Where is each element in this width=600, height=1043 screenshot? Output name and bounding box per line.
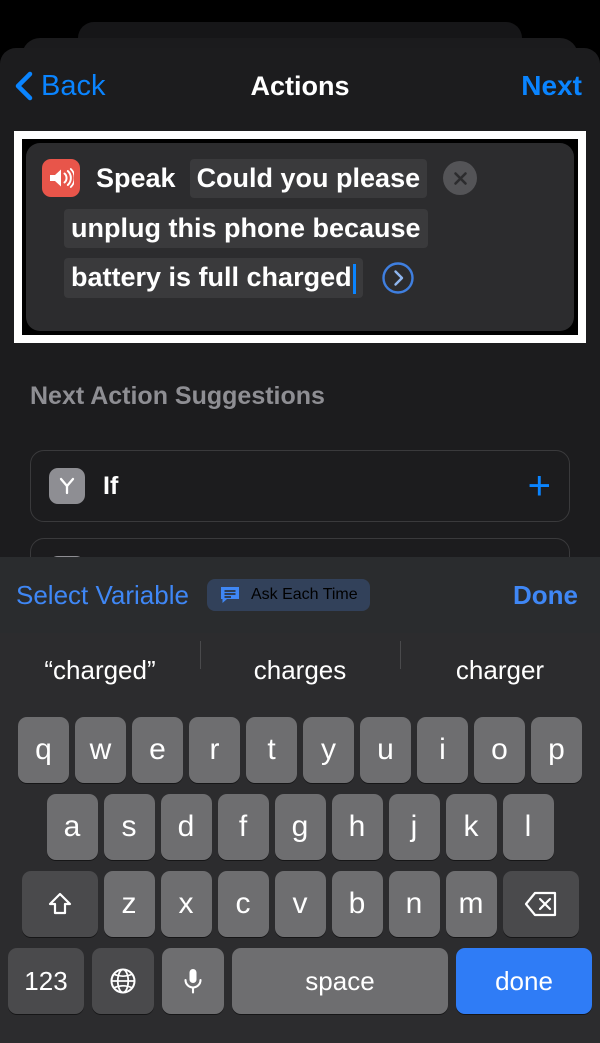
key-k[interactable]: k [445, 794, 497, 860]
keyboard-accessory-toolbar: Select Variable Ask Each Time Done [0, 557, 600, 633]
action-name-label: Speak [96, 162, 176, 193]
suggestion-label: If [103, 471, 119, 500]
ask-each-time-label: Ask Each Time [250, 586, 358, 603]
key-h[interactable]: h [331, 794, 383, 860]
key-t[interactable]: t [246, 717, 297, 783]
back-button[interactable]: Back [14, 70, 105, 103]
chevron-left-icon [15, 71, 33, 101]
key-l[interactable]: l [502, 794, 554, 860]
key-g[interactable]: g [274, 794, 326, 860]
key-p[interactable]: p [531, 717, 582, 783]
key-i[interactable]: i [417, 717, 468, 783]
key-z[interactable]: z [103, 871, 155, 937]
globe-language-icon[interactable] [92, 948, 154, 1014]
select-variable-button[interactable]: Select Variable [16, 580, 189, 611]
chevron-right-circle-icon[interactable] [381, 261, 415, 295]
key-s[interactable]: s [103, 794, 155, 860]
suggestions-section-header: Next Action Suggestions [30, 382, 325, 410]
key-r[interactable]: r [189, 717, 240, 783]
navigation-bar: Back Actions Next [0, 48, 600, 124]
keyboard-row-1: q w e r t y u i o p [0, 707, 600, 783]
speak-text-input-line2[interactable]: unplug this phone because [64, 208, 428, 248]
back-button-label: Back [41, 69, 106, 102]
toolbar-done-button[interactable]: Done [513, 580, 578, 611]
predictive-suggestion-bar: “charged” charges charger [0, 633, 600, 707]
ask-each-time-button[interactable]: Ask Each Time [206, 579, 370, 611]
branch-if-icon [49, 468, 85, 504]
text-cursor [352, 263, 356, 294]
key-a[interactable]: a [46, 794, 98, 860]
prediction-0[interactable]: “charged” [0, 655, 200, 686]
key-u[interactable]: u [360, 717, 411, 783]
key-q[interactable]: q [18, 717, 69, 783]
key-f[interactable]: f [217, 794, 269, 860]
microphone-icon[interactable] [162, 948, 224, 1014]
plus-icon[interactable]: + [528, 466, 551, 506]
key-v[interactable]: v [274, 871, 326, 937]
key-o[interactable]: o [474, 717, 525, 783]
keyboard-row-2: a s d f g h j k l [0, 783, 600, 860]
key-n[interactable]: n [388, 871, 440, 937]
action-line-1: Speak Could you please [26, 153, 574, 203]
key-b[interactable]: b [331, 871, 383, 937]
on-screen-keyboard: q w e r t y u i o p a s d f g h j k l z … [0, 707, 600, 1043]
key-x[interactable]: x [160, 871, 212, 937]
numbers-key[interactable]: 123 [8, 948, 84, 1014]
key-y[interactable]: y [303, 717, 354, 783]
key-e[interactable]: e [132, 717, 183, 783]
suggestion-row-if[interactable]: If + [30, 450, 570, 522]
speak-text-input-line1[interactable]: Could you please [189, 158, 428, 198]
prediction-1[interactable]: charges [200, 640, 400, 686]
key-w[interactable]: w [75, 717, 126, 783]
key-m[interactable]: m [445, 871, 497, 937]
prediction-2[interactable]: charger [400, 640, 600, 686]
space-key[interactable]: space [232, 948, 448, 1014]
action-line-3: battery is full charged [26, 253, 574, 303]
screen-root: Back Actions Next Speak Could you please [0, 0, 600, 1043]
key-j[interactable]: j [388, 794, 440, 860]
next-button[interactable]: Next [521, 70, 582, 102]
speak-text-line3-value: battery is full charged [71, 262, 352, 293]
keyboard-row-3: z x c v b n m [0, 860, 600, 937]
backspace-delete-icon[interactable] [502, 871, 579, 937]
action-line-2: unplug this phone because [26, 203, 574, 253]
key-c[interactable]: c [217, 871, 269, 937]
speech-bubble-icon [220, 587, 239, 603]
keyboard-row-4: 123 space done [0, 937, 600, 1014]
speak-action-card[interactable]: Speak Could you please unplug this phone… [26, 143, 574, 331]
speak-text-input-line3[interactable]: battery is full charged [64, 258, 363, 298]
close-icon[interactable] [443, 161, 478, 195]
done-key[interactable]: done [456, 948, 592, 1014]
shift-up-arrow-icon[interactable] [21, 871, 98, 937]
key-d[interactable]: d [160, 794, 212, 860]
speaker-wave-icon [42, 159, 80, 197]
